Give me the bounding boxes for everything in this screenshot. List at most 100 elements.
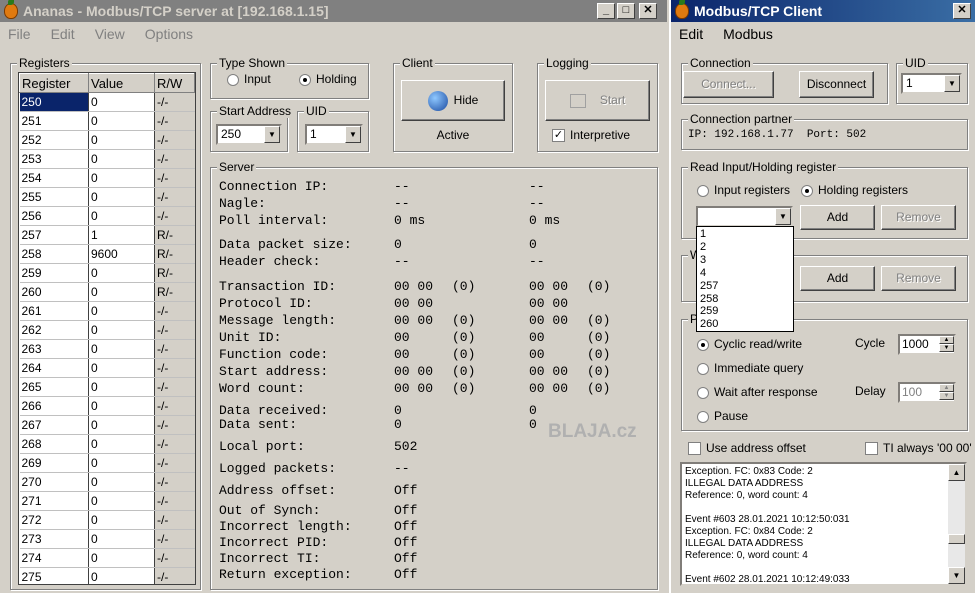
dropdown-option[interactable]: 259 [700, 305, 793, 318]
value-cell[interactable]: 0 [88, 149, 155, 169]
radio-input-registers[interactable]: Input registers [697, 183, 790, 197]
register-row[interactable]: 255 0 -/- [19, 187, 195, 207]
register-dropdown-list[interactable]: 1 2 3 4 257 258 259 260 [696, 226, 794, 332]
register-row[interactable]: 264 0 -/- [19, 358, 195, 378]
log-scrollbar[interactable]: ▲ ▼ [948, 464, 965, 584]
scroll-thumb[interactable] [948, 534, 965, 544]
value-cell[interactable]: 0 [88, 301, 155, 321]
event-log[interactable]: Exception. FC: 0x83 Code: 2 ILLEGAL DATA … [680, 462, 967, 586]
register-cell[interactable]: 256 [19, 206, 89, 226]
radio-immediate[interactable]: Immediate query [697, 361, 803, 375]
register-cell[interactable]: 273 [19, 529, 89, 549]
register-cell[interactable]: 257 [19, 225, 89, 245]
server-title-bar[interactable]: Ananas - Modbus/TCP server at [192.168.1… [0, 0, 667, 22]
chevron-down-icon[interactable]: ▼ [345, 126, 361, 143]
value-cell[interactable]: 0 [88, 548, 155, 568]
value-cell[interactable]: 0 [88, 168, 155, 188]
write-remove-button[interactable]: Remove [881, 266, 956, 291]
register-row[interactable]: 265 0 -/- [19, 377, 195, 397]
value-cell[interactable]: 0 [88, 472, 155, 492]
register-row[interactable]: 271 0 -/- [19, 491, 195, 511]
dropdown-option[interactable]: 260 [700, 318, 793, 331]
register-row[interactable]: 274 0 -/- [19, 548, 195, 568]
rw-cell[interactable]: -/- [154, 168, 195, 188]
rw-cell[interactable]: R/- [154, 282, 195, 302]
register-cell[interactable]: 254 [19, 168, 89, 188]
register-row[interactable]: 250 0 -/- [19, 92, 195, 112]
connect-button[interactable]: Connect... [683, 71, 774, 98]
dropdown-option[interactable]: 1 [700, 228, 793, 241]
close-button[interactable]: ✕ [639, 3, 657, 19]
value-cell[interactable]: 0 [88, 434, 155, 454]
chevron-down-icon[interactable]: ▼ [775, 208, 791, 225]
register-cell[interactable]: 259 [19, 263, 89, 283]
value-cell[interactable]: 0 [88, 339, 155, 359]
register-cell[interactable]: 266 [19, 396, 89, 416]
dropdown-option[interactable]: 4 [700, 267, 793, 280]
register-cell[interactable]: 262 [19, 320, 89, 340]
register-row[interactable]: 261 0 -/- [19, 301, 195, 321]
register-cell[interactable]: 255 [19, 187, 89, 207]
col-register[interactable]: Register [19, 73, 89, 93]
value-cell[interactable]: 0 [88, 92, 155, 112]
dropdown-option[interactable]: 3 [700, 254, 793, 267]
close-button[interactable]: ✕ [953, 3, 971, 19]
register-row[interactable]: 266 0 -/- [19, 396, 195, 416]
register-row[interactable]: 251 0 -/- [19, 111, 195, 131]
register-row[interactable]: 275 0 -/- [19, 567, 195, 584]
register-cell[interactable]: 274 [19, 548, 89, 568]
register-cell[interactable]: 261 [19, 301, 89, 321]
value-cell[interactable]: 0 [88, 377, 155, 397]
register-cell[interactable]: 260 [19, 282, 89, 302]
start-logging-button[interactable]: Start [545, 80, 650, 121]
client-title-bar[interactable]: Modbus/TCP Client ✕ [671, 0, 975, 22]
rw-cell[interactable]: -/- [154, 548, 195, 568]
menu-file[interactable]: File [8, 26, 31, 42]
value-cell[interactable]: 0 [88, 187, 155, 207]
register-cell[interactable]: 264 [19, 358, 89, 378]
dropdown-option[interactable]: 2 [700, 241, 793, 254]
rw-cell[interactable]: -/- [154, 434, 195, 454]
rw-cell[interactable]: -/- [154, 187, 195, 207]
radio-wait[interactable]: Wait after response [697, 385, 818, 399]
value-cell[interactable]: 0 [88, 282, 155, 302]
value-cell[interactable]: 0 [88, 358, 155, 378]
register-cell[interactable]: 252 [19, 130, 89, 150]
register-cell[interactable]: 269 [19, 453, 89, 473]
dropdown-option[interactable]: 257 [700, 280, 793, 293]
delay-spinner[interactable]: 100 ▲ ▼ [898, 382, 956, 403]
register-cell[interactable]: 271 [19, 491, 89, 511]
radio-input[interactable]: Input [227, 72, 271, 86]
register-row[interactable]: 267 0 -/- [19, 415, 195, 435]
register-cell[interactable]: 263 [19, 339, 89, 359]
register-row[interactable]: 273 0 -/- [19, 529, 195, 549]
register-cell[interactable]: 265 [19, 377, 89, 397]
register-row[interactable]: 270 0 -/- [19, 472, 195, 492]
value-cell[interactable]: 0 [88, 396, 155, 416]
rw-cell[interactable]: -/- [154, 377, 195, 397]
rw-cell[interactable]: -/- [154, 149, 195, 169]
register-row[interactable]: 268 0 -/- [19, 434, 195, 454]
rw-cell[interactable]: -/- [154, 529, 195, 549]
registers-grid[interactable]: Register Value R/W 250 0 -/- 251 0 -/- 252 0 -/-… [18, 72, 196, 585]
rw-cell[interactable]: -/- [154, 339, 195, 359]
read-add-button[interactable]: Add [800, 205, 875, 230]
radio-pause[interactable]: Pause [697, 409, 748, 423]
value-cell[interactable]: 0 [88, 453, 155, 473]
start-address-combo[interactable]: 250 ▼ [216, 124, 282, 145]
rw-cell[interactable]: -/- [154, 472, 195, 492]
chevron-down-icon[interactable]: ▼ [264, 126, 280, 143]
menu-edit[interactable]: Edit [51, 26, 75, 42]
maximize-button[interactable]: □ [617, 3, 635, 19]
rw-cell[interactable]: -/- [154, 510, 195, 530]
minimize-button[interactable]: _ [597, 3, 615, 19]
register-cell[interactable]: 270 [19, 472, 89, 492]
value-cell[interactable]: 0 [88, 320, 155, 340]
uid-combo[interactable]: 1 ▼ [305, 124, 363, 145]
rw-cell[interactable]: -/- [154, 415, 195, 435]
value-cell[interactable]: 0 [88, 510, 155, 530]
ti-checkbox[interactable]: TI always '00 00' [865, 441, 972, 456]
radio-holding[interactable]: Holding [299, 72, 357, 86]
read-remove-button[interactable]: Remove [881, 205, 956, 230]
value-cell[interactable]: 0 [88, 263, 155, 283]
